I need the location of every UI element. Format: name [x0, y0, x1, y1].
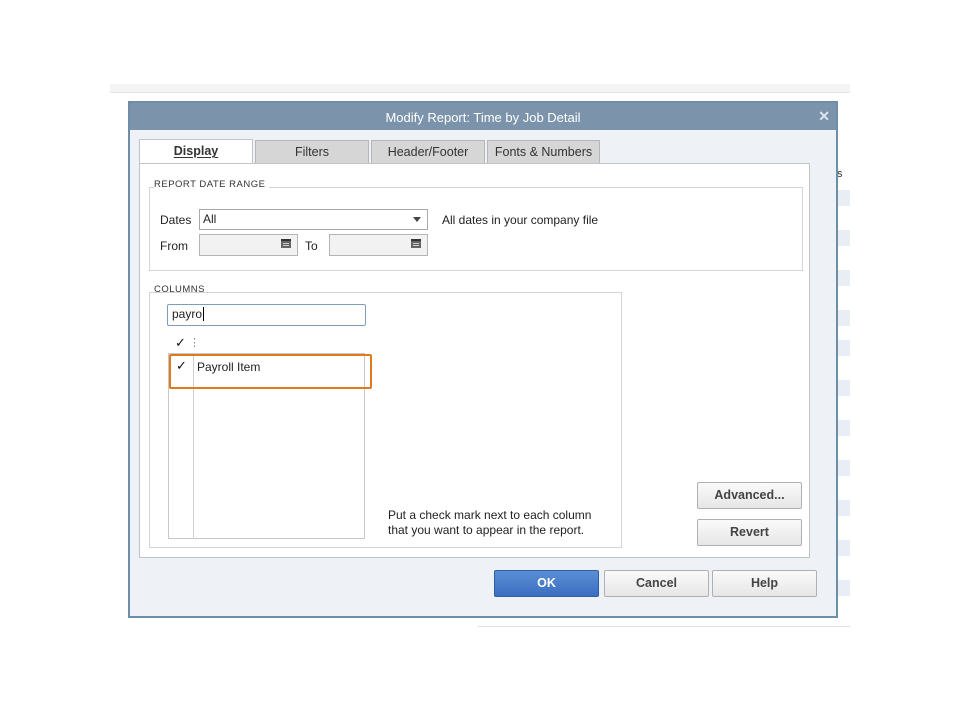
tab-header-footer[interactable]: Header/Footer: [371, 140, 485, 164]
highlight-box: [169, 354, 372, 389]
columns-search-value: payro: [172, 307, 203, 321]
calendar-icon[interactable]: [411, 239, 421, 248]
dialog-titlebar: Modify Report: Time by Job Detail ✕: [130, 103, 836, 130]
help-text-line-2: that you want to appear in the report.: [388, 523, 585, 537]
calendar-icon[interactable]: [281, 239, 291, 248]
chevron-down-icon: [413, 217, 421, 222]
revert-button[interactable]: Revert: [697, 519, 802, 546]
dates-label: Dates: [160, 213, 192, 227]
text-cursor: [203, 307, 205, 321]
to-date-field[interactable]: [329, 234, 428, 256]
tab-fonts-numbers[interactable]: Fonts & Numbers: [487, 140, 600, 164]
dialog-title: Modify Report: Time by Job Detail: [385, 110, 581, 125]
header-dots-icon: ⋮: [189, 337, 200, 349]
modify-report-dialog: Modify Report: Time by Job Detail ✕ Disp…: [128, 101, 838, 618]
background-report-header: [110, 84, 850, 93]
header-check-icon: ✓: [175, 335, 186, 350]
display-panel: REPORT DATE RANGE Dates All All dates in…: [139, 163, 810, 558]
advanced-button[interactable]: Advanced...: [697, 482, 802, 509]
dates-dropdown[interactable]: All: [199, 209, 428, 230]
date-range-section-label: REPORT DATE RANGE: [154, 179, 270, 190]
help-button[interactable]: Help: [712, 570, 817, 597]
ok-button[interactable]: OK: [494, 570, 599, 597]
from-date-field[interactable]: [199, 234, 298, 256]
help-text-line-1: Put a check mark next to each column: [388, 508, 592, 522]
columns-help-text: Put a check mark next to each column tha…: [388, 508, 591, 538]
dates-dropdown-value: All: [203, 212, 217, 226]
columns-search-input[interactable]: payro: [167, 304, 366, 326]
from-label: From: [160, 239, 188, 253]
dates-description: All dates in your company file: [442, 213, 599, 227]
to-label: To: [305, 239, 318, 253]
tab-display[interactable]: Display: [139, 139, 253, 165]
tab-filters[interactable]: Filters: [255, 140, 369, 164]
cancel-button[interactable]: Cancel: [604, 570, 709, 597]
close-icon[interactable]: ✕: [818, 108, 830, 125]
